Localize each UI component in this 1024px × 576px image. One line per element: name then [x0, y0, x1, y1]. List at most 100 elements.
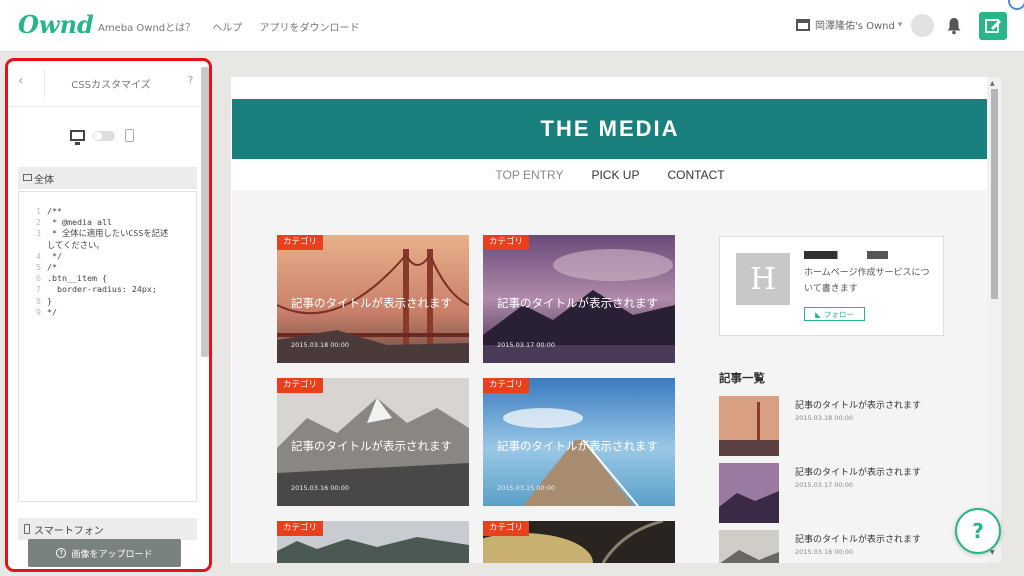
section-all-label: 全体 — [34, 174, 54, 186]
code-line: 3 * 全体に適用したいCSSを記述 — [19, 228, 196, 239]
upload-icon: ↑ — [56, 548, 67, 558]
category-badge[interactable]: カテゴリ — [277, 378, 324, 393]
rss-icon: ◣ — [815, 309, 821, 319]
line-number: 2 — [36, 217, 41, 228]
upload-label: 画像をアップロード — [71, 549, 153, 560]
preview-scrollbar-thumb[interactable] — [991, 89, 998, 299]
site-preview: THE MEDIA TOP ENTRY PICK UP CONTACT カテゴリ… — [231, 77, 1001, 563]
line-number: 6 — [36, 273, 41, 284]
mountain-thumb — [719, 463, 779, 523]
list-item[interactable]: 記事のタイトルが表示されます 2015.03.17 00:00 — [719, 463, 949, 525]
article-list-heading: 記事一覧 — [719, 371, 765, 385]
help-icon[interactable]: ? — [188, 75, 193, 86]
chevron-down-icon: ▾ — [897, 19, 903, 30]
category-badge[interactable]: カテゴリ — [483, 521, 530, 536]
nav-link-help[interactable]: ヘルプ — [212, 23, 242, 34]
site-name: 岡澤隆佑's Ownd — [815, 21, 895, 32]
category-badge[interactable]: カテゴリ — [483, 235, 530, 250]
site-nav: TOP ENTRY PICK UP CONTACT — [232, 159, 988, 190]
profile-name-redacted — [804, 251, 888, 259]
article-card[interactable]: カテゴリ — [483, 521, 675, 563]
code-text: /* — [47, 261, 57, 272]
upload-image-button[interactable]: ↑ 画像をアップロード — [28, 539, 181, 567]
snowy-thumb — [719, 530, 779, 563]
scroll-up-arrow-icon[interactable]: ▲ — [990, 80, 995, 87]
line-number: 4 — [36, 250, 41, 261]
nav-link-app-download[interactable]: アプリをダウンロード — [260, 23, 360, 34]
category-badge[interactable]: カテゴリ — [483, 378, 530, 393]
line-number: 1 — [36, 206, 41, 216]
section-smartphone[interactable]: スマートフォン — [18, 518, 197, 540]
article-date: 2015.03.17 00:00 — [497, 341, 556, 349]
help-button[interactable]: ? — [955, 508, 1001, 554]
list-item-title[interactable]: 記事のタイトルが表示されます — [795, 465, 921, 478]
corner-indicator — [1008, 0, 1024, 10]
code-text: border-radius: 24px; — [47, 284, 157, 295]
ownd-logo[interactable]: Ownd — [18, 10, 94, 39]
site-hero-banner: THE MEDIA — [232, 99, 988, 159]
list-item-title[interactable]: 記事のタイトルが表示されます — [795, 532, 921, 545]
css-code-editor[interactable]: 1 /** 2 * @media all 3 * 全体に適用したいCSSを記述 してくだ… — [18, 191, 197, 502]
avatar[interactable] — [911, 14, 934, 37]
category-badge[interactable]: カテゴリ — [277, 521, 324, 536]
profile-description: ホームページ作成サービスについて書きます — [804, 268, 930, 294]
site-switcher[interactable]: 岡澤隆佑's Ownd ▾ — [796, 17, 902, 32]
section-all[interactable]: 全体 — [18, 167, 197, 189]
edit-post-button[interactable] — [979, 12, 1007, 40]
site-title[interactable]: THE MEDIA — [541, 116, 680, 142]
nav-contact[interactable]: CONTACT — [667, 168, 724, 182]
smartphone-icon — [24, 524, 30, 534]
category-badge[interactable]: カテゴリ — [277, 235, 324, 250]
panel-header: ‹ CSSカスタマイズ ? — [8, 61, 198, 107]
line-number: 8 — [36, 295, 41, 306]
smartphone-icon[interactable] — [125, 129, 134, 142]
list-item-date: 2015.03.16 00:00 — [795, 548, 854, 556]
pencil-icon — [985, 19, 1001, 33]
profile-avatar: H — [736, 253, 790, 305]
article-card[interactable]: カテゴリ 記事のタイトルが表示されます 2015.03.17 00:00 — [483, 235, 675, 363]
panel-scrollbar[interactable] — [201, 67, 209, 357]
list-item[interactable]: 記事のタイトルが表示されます 2015.03.18 00:00 — [719, 396, 949, 458]
code-line: 7 border-radius: 24px; — [19, 284, 196, 295]
code-text: .btn__item { — [47, 273, 107, 284]
article-card[interactable]: カテゴリ 記事のタイトルが表示されます 2015.03.15 00:00 — [483, 378, 675, 506]
article-card[interactable]: カテゴリ 記事のタイトルが表示されます 2015.03.16 00:00 — [277, 378, 469, 506]
article-title[interactable]: 記事のタイトルが表示されます — [291, 436, 459, 456]
list-item-title[interactable]: 記事のタイトルが表示されます — [795, 398, 921, 411]
article-date: 2015.03.16 00:00 — [291, 484, 350, 492]
code-text: } — [47, 295, 52, 306]
article-title[interactable]: 記事のタイトルが表示されます — [497, 293, 665, 313]
author-profile: H ホームページ作成サービスについて書きます ◣ フォロー — [719, 236, 944, 336]
article-title[interactable]: 記事のタイトルが表示されます — [291, 293, 459, 313]
code-text: * @media all — [47, 217, 112, 228]
list-item-date: 2015.03.18 00:00 — [795, 414, 854, 422]
article-card[interactable]: カテゴリ 記事のタイトルが表示されます 2015.03.18 00:00 — [277, 235, 469, 363]
code-line: 9 */ — [19, 307, 196, 318]
nav-link-about[interactable]: Ameba Owndとは？ — [98, 23, 195, 34]
nav-pick-up[interactable]: PICK UP — [591, 168, 639, 182]
article-card[interactable]: カテゴリ — [277, 521, 469, 563]
back-chevron-icon[interactable]: ‹ — [18, 73, 24, 89]
top-nav: Ameba Owndとは？ ヘルプ アプリをダウンロード — [98, 19, 374, 34]
code-line: 4 */ — [19, 251, 196, 262]
nav-top-entry[interactable]: TOP ENTRY — [495, 168, 563, 182]
list-item-date: 2015.03.17 00:00 — [795, 481, 854, 489]
follow-button[interactable]: ◣ フォロー — [804, 307, 865, 321]
device-switch[interactable] — [93, 130, 115, 141]
code-text: /** — [47, 206, 62, 216]
desktop-icon[interactable] — [70, 130, 85, 145]
divider — [44, 69, 45, 97]
line-number: 5 — [36, 261, 41, 272]
css-customize-panel: ‹ CSSカスタマイズ ? 全体 1 /** 2 * @media all 3 * 全… — [5, 58, 212, 572]
code-line: してください。 — [19, 240, 196, 251]
bell-icon[interactable] — [946, 17, 962, 35]
line-number: 9 — [36, 306, 41, 317]
code-line: 6 .btn__item { — [19, 273, 196, 284]
line-number: 7 — [36, 284, 41, 295]
code-line: 5 /* — [19, 262, 196, 273]
list-item[interactable]: 記事のタイトルが表示されます 2015.03.16 00:00 — [719, 530, 949, 563]
panel-title: CSSカスタマイズ — [71, 80, 151, 91]
code-text: */ — [47, 250, 62, 261]
top-header: Ownd Ameba Owndとは？ ヘルプ アプリをダウンロード 岡澤隆佑's… — [0, 0, 1024, 52]
article-title[interactable]: 記事のタイトルが表示されます — [497, 436, 665, 456]
